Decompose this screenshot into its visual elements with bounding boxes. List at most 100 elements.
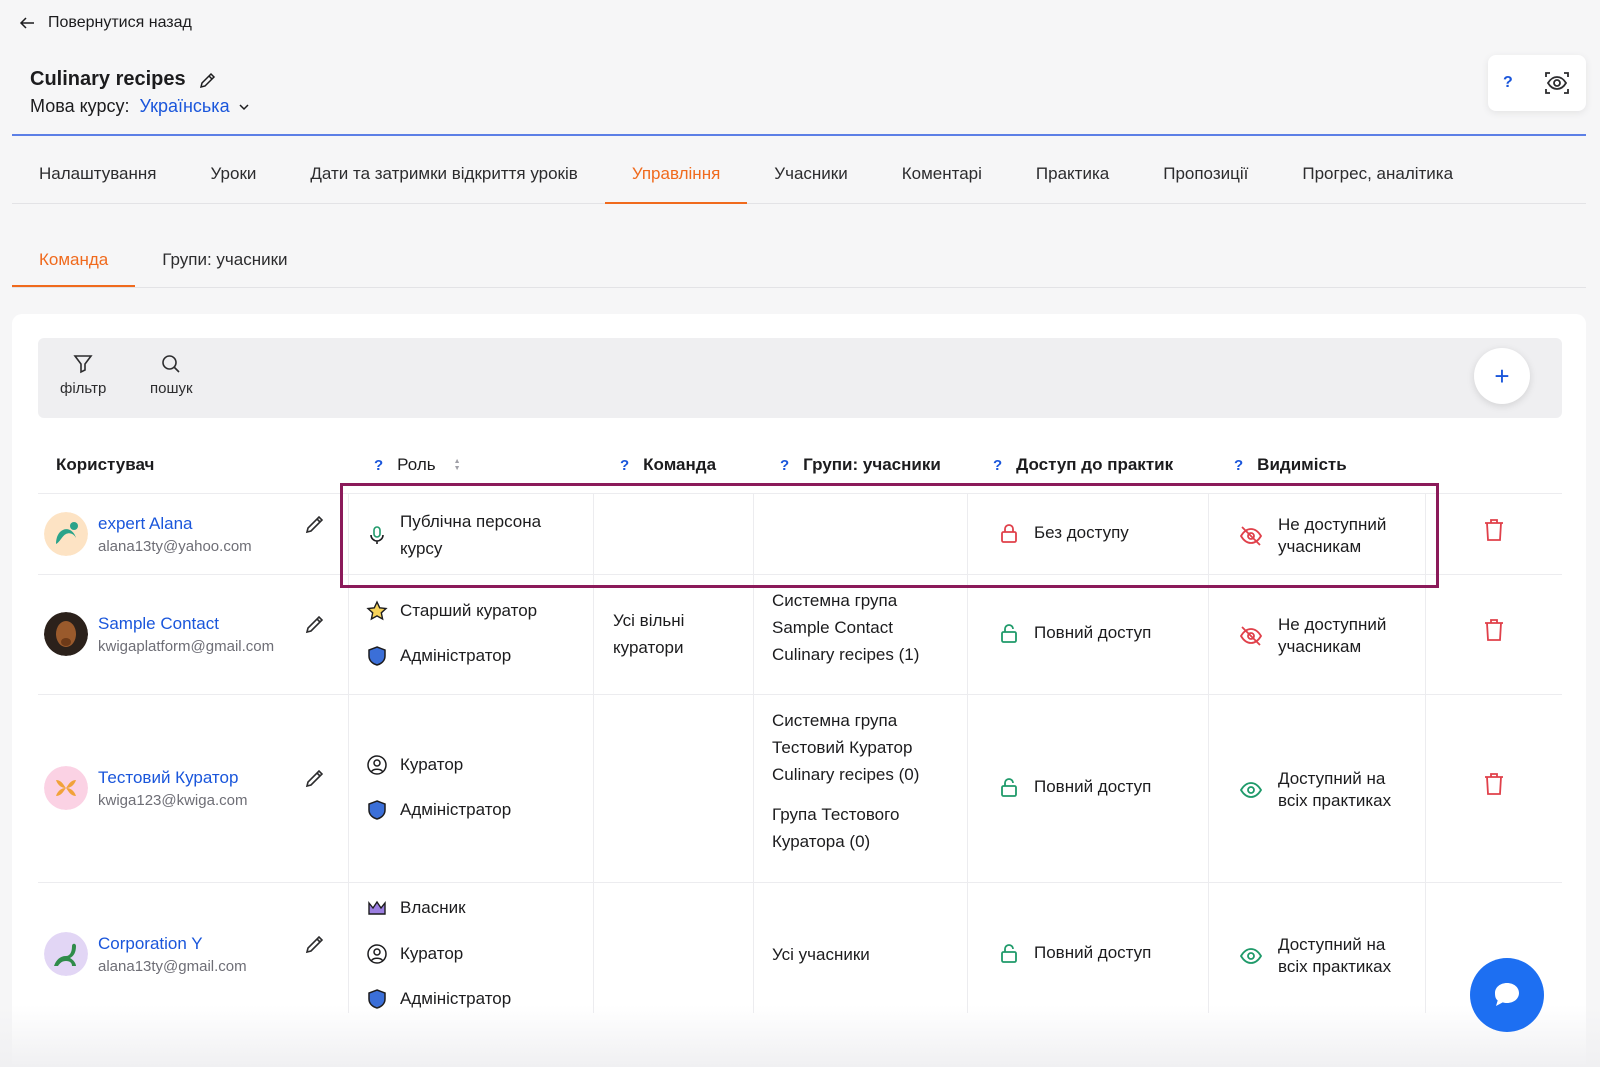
avatar — [44, 512, 88, 556]
filter-icon — [73, 355, 93, 374]
back-link[interactable]: Повернутися назад — [18, 14, 192, 32]
bottom-fade — [0, 1005, 1600, 1067]
user-name-link[interactable]: expert Alana — [98, 514, 252, 534]
visibility-status: Доступний на всіх практиках — [1238, 768, 1391, 812]
pencil-icon[interactable] — [198, 70, 218, 90]
eye-icon — [1239, 782, 1263, 798]
help-icon[interactable]: ? — [1234, 457, 1243, 474]
back-label: Повернутися назад — [48, 14, 192, 31]
user-circle-icon — [367, 755, 387, 775]
user-name-link[interactable]: Corporation Y — [98, 934, 247, 954]
user-name-link[interactable]: Sample Contact — [98, 614, 274, 634]
user-email: kwigaplatform@gmail.com — [98, 637, 275, 655]
crown-icon — [368, 900, 386, 915]
visibility-status: Не доступний учасникам — [1238, 614, 1386, 658]
arrow-left-icon — [19, 17, 34, 29]
role-admin: Адміністратор — [366, 799, 511, 821]
star-icon — [366, 600, 388, 621]
pencil-icon[interactable] — [304, 933, 326, 955]
visibility-status: Доступний на всіх практиках — [1238, 934, 1391, 978]
search-button[interactable]: пошук — [150, 352, 193, 397]
main-tabs: Налаштування Уроки Дати та затримки відк… — [12, 152, 1586, 204]
user-circle-icon — [367, 944, 387, 964]
user-email: alana13ty@yahoo.com — [98, 537, 252, 555]
lock-open-icon — [1001, 778, 1017, 797]
eye-off-icon — [1239, 626, 1263, 646]
header-user: Користувач — [56, 455, 155, 474]
chevron-down-icon — [239, 103, 249, 110]
pencil-icon[interactable] — [304, 767, 326, 789]
role-curator: Куратор — [366, 754, 463, 776]
shield-icon — [368, 800, 386, 820]
groups-value: Усі учасники — [772, 945, 870, 964]
user-email: kwiga123@kwiga.com — [98, 791, 248, 809]
language-value: Українська — [139, 96, 230, 116]
pencil-icon[interactable] — [304, 613, 326, 635]
tab-lessons[interactable]: Уроки — [184, 152, 284, 204]
table-row-user: Тестовий Куратор kwiga123@kwiga.com — [44, 766, 247, 810]
tab-practice[interactable]: Практика — [1009, 152, 1136, 204]
course-title: Culinary recipes — [30, 68, 186, 90]
tab-participants[interactable]: Учасники — [747, 152, 874, 204]
add-member-button[interactable]: + — [1474, 348, 1530, 404]
sub-tabs: Команда Групи: учасники — [12, 240, 1586, 288]
header-visibility: ? Видимість — [1234, 455, 1347, 474]
chat-bubble-icon — [1495, 983, 1519, 1006]
table-row-user: expert Alana alana13ty@yahoo.com — [44, 512, 252, 556]
header-groups: ? Групи: учасники — [780, 455, 941, 474]
search-icon — [162, 355, 180, 373]
header-team: ? Команда — [620, 455, 717, 474]
avatar — [44, 766, 88, 810]
tab-offers[interactable]: Пропозиції — [1136, 152, 1275, 204]
search-label: пошук — [150, 380, 193, 397]
toolbar: фільтр пошук — [38, 338, 1562, 418]
pencil-icon[interactable] — [304, 513, 326, 535]
role-admin: Адміністратор — [366, 645, 511, 667]
trash-icon[interactable] — [1482, 771, 1506, 797]
help-icon[interactable]: ? — [993, 457, 1002, 474]
help-icon[interactable]: ? — [620, 457, 629, 474]
row-divider — [38, 882, 1562, 883]
lock-open-icon — [1001, 944, 1017, 963]
team-value: Усі вільні куратори — [613, 611, 685, 657]
table-row-user: Corporation Y alana13ty@gmail.com — [44, 932, 247, 976]
access-status: Повний доступ — [998, 622, 1151, 644]
language-label: Мова курсу: — [30, 96, 130, 116]
avatar — [44, 932, 88, 976]
lock-open-icon — [1001, 624, 1017, 643]
language-select[interactable]: Українська — [139, 96, 249, 117]
trash-icon[interactable] — [1482, 617, 1506, 643]
avatar — [44, 612, 88, 656]
groups-value: Системна група Тестовий Куратор Culinary r… — [772, 711, 920, 851]
table-row-user: Sample Contact kwigaplatform@gmail.com — [44, 612, 274, 656]
trash-icon[interactable] — [1482, 517, 1506, 543]
header-divider — [12, 134, 1586, 136]
help-icon[interactable]: ? — [1503, 74, 1513, 92]
user-name-link[interactable]: Тестовий Куратор — [98, 768, 247, 788]
role-owner: Власник — [366, 897, 466, 919]
preview-eye-icon[interactable] — [1543, 69, 1571, 97]
tab-settings[interactable]: Налаштування — [12, 152, 184, 204]
help-icon[interactable]: ? — [780, 457, 789, 474]
tab-dates[interactable]: Дати та затримки відкриття уроків — [283, 152, 604, 204]
chat-button[interactable] — [1470, 958, 1544, 1032]
access-status: Повний доступ — [998, 942, 1151, 964]
top-right-actions: ? — [1488, 55, 1586, 111]
role-curator: Куратор — [366, 943, 463, 965]
filter-button[interactable]: фільтр — [60, 352, 106, 397]
user-email: alana13ty@gmail.com — [98, 957, 247, 975]
access-status: Повний доступ — [998, 776, 1151, 798]
groups-value: Системна група Sample Contact Culinary rec… — [772, 591, 920, 664]
eye-icon — [1239, 948, 1263, 964]
tab-comments[interactable]: Коментарі — [875, 152, 1009, 204]
tab-management[interactable]: Управління — [604, 152, 748, 204]
help-icon[interactable]: ? — [374, 457, 383, 474]
subtab-team[interactable]: Команда — [12, 240, 136, 287]
role-senior-curator: Старший куратор — [366, 600, 537, 622]
header-role[interactable]: ? Роль ▲ ▼ — [374, 455, 461, 475]
header-practice-access: ? Доступ до практик — [993, 455, 1174, 474]
subtab-groups[interactable]: Групи: учасники — [135, 240, 314, 287]
shield-icon — [368, 646, 386, 666]
sort-icon[interactable]: ▲ ▼ — [454, 458, 461, 472]
tab-analytics[interactable]: Прогрес, аналітика — [1275, 152, 1480, 204]
